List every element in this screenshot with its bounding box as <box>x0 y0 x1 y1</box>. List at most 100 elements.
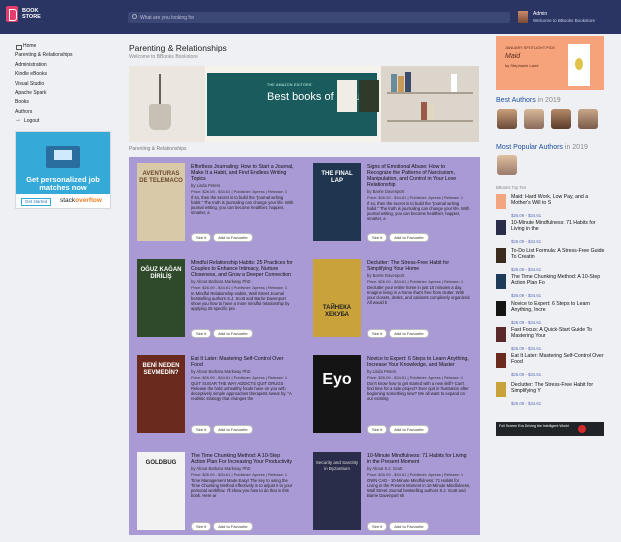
see-it-button[interactable]: See it <box>191 329 212 338</box>
book-cover[interactable]: ТАЙНЕКА ХЕКУБА <box>313 259 361 337</box>
book-cover[interactable]: GOLDBUG <box>137 452 185 530</box>
spotlight-banner[interactable]: JANUARY SPOTLIGHT PICK Maid by Stephanie… <box>496 36 604 90</box>
top-book-title[interactable]: Declutter: The Stress-Free Habit for Sim… <box>511 382 606 394</box>
top-book-cover[interactable] <box>496 220 506 235</box>
ad-get-started-button[interactable]: Get started <box>21 198 51 206</box>
author-photo[interactable] <box>497 155 517 175</box>
add-favourite-button[interactable]: Add to Favourite <box>213 522 253 531</box>
see-it-button[interactable]: See it <box>367 233 388 242</box>
sidebar-item-visual-studio[interactable]: Visual Studio <box>15 80 115 89</box>
search-input[interactable] <box>140 13 500 22</box>
top-book-cover[interactable] <box>496 274 506 289</box>
top-book-item[interactable]: Fast Focus: A Quick-Start Guide To Maste… <box>496 327 606 355</box>
see-it-button[interactable]: See it <box>367 329 388 338</box>
add-favourite-button[interactable]: Add to Favourite <box>389 329 429 338</box>
huawei-ad[interactable]: Full Screen Era Driving the Intelligent … <box>496 422 604 436</box>
vase-decor <box>149 104 171 130</box>
add-favourite-button[interactable]: Add to Favourite <box>213 425 253 434</box>
hero-decor-left <box>129 66 205 142</box>
top-book-item[interactable]: 10-Minute Mindfulness: 71 Habits for Liv… <box>496 220 606 248</box>
book-cover[interactable]: AVENTURAS DE TELEMACO <box>137 163 185 241</box>
book-title[interactable]: 10-Minute Mindfulness: 71 Habits for Liv… <box>367 453 471 465</box>
see-it-button[interactable]: See it <box>191 233 212 242</box>
book-actions: See it Add to Favourite <box>191 522 255 531</box>
author-photo[interactable] <box>524 109 544 129</box>
logout-link[interactable]: Logout <box>15 117 39 124</box>
see-it-button[interactable]: See it <box>367 522 388 531</box>
add-favourite-button[interactable]: Add to Favourite <box>389 522 429 531</box>
book-card[interactable]: AVENTURAS DE TELEMACO Effortless Journal… <box>129 157 297 242</box>
top-book-item[interactable]: Novice to Expert: 6 Steps to Learn Anyth… <box>496 301 606 329</box>
add-favourite-button[interactable]: Add to Favourite <box>389 425 429 434</box>
sidebar-item-home[interactable]: Home <box>15 42 115 51</box>
book-title[interactable]: Novice to Expert: 6 Steps to Learn Anyth… <box>367 356 471 368</box>
see-it-button[interactable]: See it <box>191 522 212 531</box>
job-ad[interactable]: Get personalized job matches now Get sta… <box>15 131 111 209</box>
book-card[interactable]: Eyo Novice to Expert: 6 Steps to Learn A… <box>305 349 473 434</box>
search-box[interactable] <box>128 12 510 23</box>
top-book-cover[interactable] <box>496 248 506 263</box>
book-cover[interactable]: Eyo <box>313 355 361 433</box>
bookstore-logo-icon[interactable] <box>6 6 18 22</box>
book-card[interactable]: ТАЙНЕКА ХЕКУБА Declutter: The Stress-Fre… <box>305 253 473 338</box>
book-card[interactable]: THE FINAL LAP Signs of Emotional Abuse: … <box>305 157 473 242</box>
top-book-title[interactable]: Novice to Expert: 6 Steps to Learn Anyth… <box>511 301 606 313</box>
huawei-ad-text: Full Screen Era Driving the Intelligent … <box>499 424 569 428</box>
book-cover[interactable]: THE FINAL LAP <box>313 163 361 241</box>
book-title[interactable]: Signs of Emotional Abuse: How to Recogni… <box>367 164 471 188</box>
add-favourite-button[interactable]: Add to Favourite <box>213 233 253 242</box>
top-book-item[interactable]: To-Do List Formula: A Stress-Free Guide … <box>496 248 606 276</box>
book-title[interactable]: Eat It Later: Mastering Self-Control Ove… <box>191 356 295 368</box>
book-card[interactable]: OĞUZ KAĞAN DİRİLİŞ Mindful Relationship … <box>129 253 297 338</box>
user-name[interactable]: Admin <box>533 11 547 17</box>
book-cover[interactable]: Security and Sanctity in Byzantium <box>313 452 361 530</box>
book-card[interactable]: BENİ NEDEN SEVMEDİN? Eat It Later: Maste… <box>129 349 297 434</box>
top-book-title[interactable]: Eat It Later: Mastering Self-Control Ove… <box>511 353 606 365</box>
book-cover[interactable]: BENİ NEDEN SEVMEDİN? <box>137 355 185 433</box>
user-welcome-link[interactable]: Welcome to BBooks Bookstore <box>533 18 595 23</box>
book-card[interactable]: GOLDBUG The Time Chunking Method: A 10-S… <box>129 446 297 531</box>
book-title[interactable]: Declutter: The Stress-Free Habit for Sim… <box>367 260 471 272</box>
sidebar-item-administration[interactable]: Administration <box>15 61 115 70</box>
top-book-title[interactable]: To-Do List Formula: A Stress-Free Guide … <box>511 248 606 260</box>
see-it-button[interactable]: See it <box>191 425 212 434</box>
add-favourite-button[interactable]: Add to Favourite <box>389 233 429 242</box>
author-photo[interactable] <box>497 109 517 129</box>
top-book-cover[interactable] <box>496 327 506 342</box>
top-book-item[interactable]: Eat It Later: Mastering Self-Control Ove… <box>496 353 606 381</box>
hero-banner[interactable]: THE AMAZON EDITORS' Best books of Januar… <box>129 66 479 142</box>
book-meta: Price: $26.09 - $34.61 | Publisher: Apre… <box>367 374 464 380</box>
top-book-title[interactable]: Fast Focus: A Quick-Start Guide To Maste… <box>511 327 606 339</box>
top-book-cover[interactable] <box>496 194 506 209</box>
sidebar-item-authors[interactable]: Authors <box>15 108 115 117</box>
top-book-item[interactable]: The Time Chunking Method: A 10-Step Acti… <box>496 274 606 302</box>
top-book-title[interactable]: Maid: Hard Work, Low Pay, and a Mother's… <box>511 194 606 206</box>
top-book-item[interactable]: Declutter: The Stress-Free Habit for Sim… <box>496 382 606 410</box>
book-description: Declutter your entire home in just 10 mi… <box>367 285 471 305</box>
book-title[interactable]: The Time Chunking Method: A 10-Step Acti… <box>191 453 295 465</box>
branch-decor <box>159 74 161 106</box>
avatar[interactable] <box>518 11 528 23</box>
top-book-title[interactable]: The Time Chunking Method: A 10-Step Acti… <box>511 274 606 286</box>
sidebar-item-books[interactable]: Books <box>15 98 115 107</box>
sidebar-item-apache-spark[interactable]: Apache Spark <box>15 89 115 98</box>
sidebar-item-parenting[interactable]: Parenting & Relationships <box>15 51 115 60</box>
author-photo[interactable] <box>578 109 598 129</box>
book-title[interactable]: Effortless Journaling: How to Start a Jo… <box>191 164 295 182</box>
author-photo[interactable] <box>551 109 571 129</box>
top-book-title[interactable]: 10-Minute Mindfulness: 71 Habits for Liv… <box>511 220 606 232</box>
cover-art <box>575 58 583 70</box>
top-book-cover[interactable] <box>496 301 506 316</box>
add-favourite-button[interactable]: Add to Favourite <box>213 329 253 338</box>
cover-title: ТАЙНЕКА ХЕКУБА <box>322 305 352 318</box>
top-book-cover[interactable] <box>496 353 506 368</box>
book-card[interactable]: Security and Sanctity in Byzantium 10-Mi… <box>305 446 473 531</box>
sidebar-item-kindle-ebooks[interactable]: Kindle eBooks <box>15 70 115 79</box>
see-it-button[interactable]: See it <box>367 425 388 434</box>
book-title[interactable]: Mindful Relationship Habits: 25 Practice… <box>191 260 295 278</box>
top-book-item[interactable]: Maid: Hard Work, Low Pay, and a Mother's… <box>496 194 606 222</box>
spotlight-book-cover <box>568 44 590 86</box>
brand-name[interactable]: BOOK STORE <box>22 8 41 20</box>
top-book-cover[interactable] <box>496 382 506 397</box>
book-cover[interactable]: OĞUZ KAĞAN DİRİLİŞ <box>137 259 185 337</box>
